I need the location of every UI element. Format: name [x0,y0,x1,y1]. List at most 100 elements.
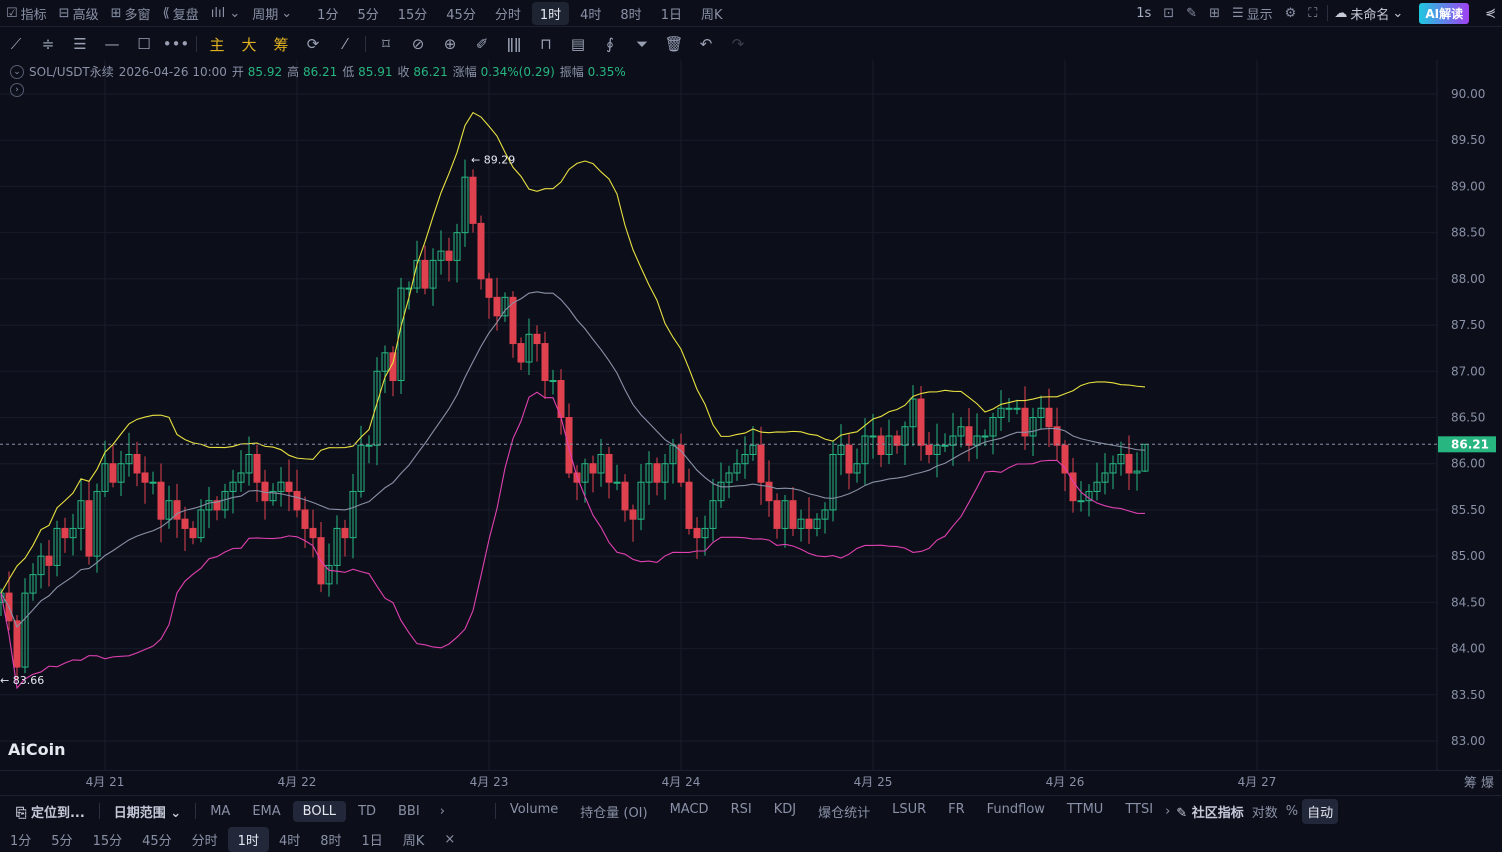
redo-icon[interactable]: ↷ [722,35,754,53]
sub-indicator-tab[interactable]: MACD [660,799,719,824]
settings-icon[interactable]: ⚙ [1279,6,1303,21]
sub-indicator-tab[interactable]: KDJ [764,799,806,824]
share-icon[interactable]: ⋞ [1479,6,1502,21]
eraser-icon[interactable]: ✐ [466,35,498,53]
candle-body [805,518,813,529]
replay-icon: ⟪ [162,5,170,21]
brush-icon[interactable]: ⁄ [329,35,361,53]
magnet-icon[interactable]: ∮ [594,35,626,53]
period-tab[interactable]: 1时 [531,1,570,25]
symbol: SOL/USDT永续 [29,65,114,79]
period-tab[interactable]: 45分 [438,2,484,25]
rectangle-icon[interactable]: ☐ [128,35,160,53]
toolbar-replay[interactable]: ⟪ 复盘 [157,4,205,23]
trash-icon[interactable]: 🗑 [658,35,690,53]
horizontal-lines-icon[interactable]: ☰ [64,35,96,53]
candle-body [621,481,629,511]
toolbar-advanced[interactable]: ⊟ 高级 [53,4,105,23]
main-indicator-tab[interactable]: BOLL [292,800,347,822]
period-tab[interactable]: 5分 [349,2,386,25]
fullscreen-icon[interactable]: ⛶ [1302,6,1323,21]
display-button[interactable]: ☰ 显示 [1226,4,1279,23]
candle-body [773,500,781,529]
bottom-period-tab[interactable]: 分时 [182,827,228,852]
refresh-rate[interactable]: 1s [1130,6,1157,21]
period-tab[interactable]: 8时 [612,2,649,25]
expand-icon[interactable]: › [10,83,24,97]
bottom-period-tab[interactable]: 15分 [83,827,133,852]
period-tab[interactable]: 1日 [653,2,690,25]
chart-type-dropdown[interactable]: ılıl ⌄ [205,6,246,21]
high-label: 高 [287,65,300,79]
big-order-button[interactable]: 大 [233,34,265,55]
bottom-period-tab[interactable]: 5分 [41,827,82,852]
period-tab[interactable]: 1分 [309,2,346,25]
candlestick-chart[interactable]: 90.00 89.50 89.00 88.50 88.00 87.50 87.00 86.50… [0,60,1502,770]
filter-icon[interactable]: ⏷ [626,35,658,53]
more-main-icon[interactable]: › [430,801,455,822]
sub-indicator-tab[interactable]: Fundflow [977,799,1055,824]
line-tool-icon[interactable]: ⟋ [0,35,32,53]
parallel-lines-icon[interactable]: ≑ [32,35,64,53]
log-scale-toggle[interactable]: 对数 [1248,802,1282,821]
period-tab[interactable]: 15分 [390,2,436,25]
sub-indicator-tab[interactable]: RSI [721,799,762,824]
candle-body [517,343,525,363]
pencil-icon[interactable]: ✎ [1180,6,1203,21]
bottom-period-tab[interactable]: 周K [393,827,435,852]
date-range-dropdown[interactable]: 日期范围 ⌄ [104,799,191,824]
layout-dropdown[interactable]: ☁ 未命名 ⌄ [1328,4,1409,23]
sub-indicator-tab[interactable]: LSUR [882,799,936,824]
chip-toggle[interactable]: 筹 [1464,776,1477,791]
period-tab[interactable]: 4时 [572,2,609,25]
date-tick: 4月 25 [853,775,893,789]
liquidation-toggle[interactable]: 爆 [1481,776,1494,791]
sub-indicator-tab[interactable]: FR [938,799,975,824]
ai-interpret-button[interactable]: AI解读 [1419,2,1470,24]
main-indicator-tab[interactable]: BBI [388,801,430,822]
bottom-period-tab[interactable]: 45分 [132,827,182,852]
sub-indicator-tab[interactable]: 爆仓统计 [808,799,880,824]
main-indicator-tab[interactable]: EMA [242,801,290,822]
more-sub-icon[interactable]: › [1163,804,1172,819]
add-window-icon[interactable]: ⊞ [1203,6,1226,21]
community-indicators[interactable]: ✎ 社区指标 [1172,802,1247,821]
percent-scale-toggle[interactable]: % [1282,804,1302,819]
ruler-icon[interactable]: ⊘ [402,35,434,53]
zoom-icon[interactable]: ⊕ [434,35,466,53]
more-tools-icon[interactable]: ••• [160,35,192,53]
sub-indicator-tab[interactable]: TTMU [1057,799,1113,824]
period-tab[interactable]: 周K [693,2,731,25]
undo-icon[interactable]: ↶ [690,35,722,53]
sub-indicator-tab[interactable]: Volume [500,799,568,824]
period-tab[interactable]: 分时 [487,2,529,25]
candle-body [61,527,69,539]
sub-indicator-tab[interactable]: TTSI [1115,799,1163,824]
template-icon[interactable]: ▤ [562,35,594,53]
sub-indicator-tab[interactable]: 持仓量 (OI) [570,799,657,824]
bottom-period-tab[interactable]: 1分 [0,827,41,852]
candles-icon[interactable]: ǁǁ [498,35,530,53]
bottom-period-tab[interactable]: 4时 [269,827,310,852]
main-indicator-tab[interactable]: MA [200,801,240,822]
horizontal-ray-icon[interactable]: — [96,35,128,53]
camera-icon[interactable]: ⊡ [1157,6,1180,21]
lock-icon[interactable]: ⊓ [530,35,562,53]
collapse-icon[interactable]: ⌄ [10,64,24,79]
toolbar-chart[interactable]: ☑ 指标 [0,4,53,23]
auto-scale-toggle[interactable]: 自动 [1302,798,1339,824]
candle-body [765,481,773,502]
period-dropdown[interactable]: 周期 ⌄ [246,4,298,23]
candle-body [981,435,989,438]
bottom-period-tab[interactable]: 1时 [227,826,269,852]
toolbar-multi-window[interactable]: ⊞ 多窗 [105,4,157,23]
main-indicator-tab[interactable]: TD [348,801,386,822]
main-force-button[interactable]: 主 [201,34,233,55]
locate-button[interactable]: ⎘ 定位到... [6,799,95,824]
chip-button[interactable]: 筹 [265,34,297,55]
bottom-period-tab[interactable]: 8时 [310,827,351,852]
bookmark-icon[interactable]: ⌑ [370,35,402,53]
sync-icon[interactable]: ⟳ [297,35,329,53]
close-period-bar[interactable]: × [434,829,465,850]
bottom-period-tab[interactable]: 1日 [352,827,393,852]
